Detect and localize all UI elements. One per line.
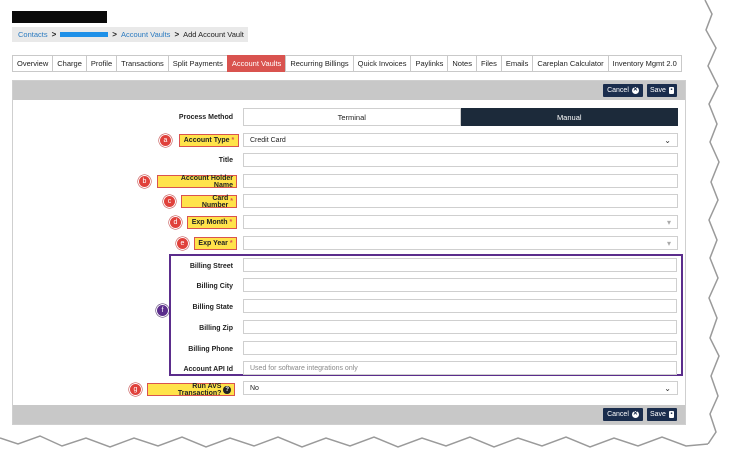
account-type-value: Credit Card (250, 136, 286, 144)
question-circle-icon[interactable]: ? (223, 385, 231, 394)
breadcrumb-separator: > (51, 30, 57, 39)
chevron-down-icon: ⌄ (664, 136, 671, 145)
tab-bar: Overview Charge Profile Transactions Spl… (12, 55, 682, 72)
breadcrumb-account-vaults-link[interactable]: Account Vaults (121, 30, 170, 39)
cancel-button-label: Cancel (607, 87, 629, 94)
annotation-marker-g: g (129, 383, 142, 396)
tab-careplan-calculator[interactable]: Careplan Calculator (532, 55, 608, 72)
tab-quick-invoices[interactable]: Quick Invoices (352, 55, 411, 72)
run-avs-value: No (250, 384, 259, 392)
title-input[interactable] (243, 153, 678, 167)
billing-city-input[interactable] (243, 278, 677, 292)
title-label: Title (218, 157, 233, 164)
screenshot-canvas: Contacts > > Account Vaults > Add Accoun… (0, 0, 739, 469)
tab-inventory-mgmt[interactable]: Inventory Mgmt 2.0 (607, 55, 682, 72)
tab-overview[interactable]: Overview (12, 55, 53, 72)
account-type-label: Account Type * (179, 134, 239, 147)
circle-x-icon: ✕ (631, 87, 639, 94)
add-account-vault-panel: Cancel ✕ Save ▪ Process Method Terminal … (12, 80, 686, 425)
exp-month-label: Exp Month * (187, 216, 237, 229)
breadcrumb-separator: > (112, 30, 117, 39)
exp-month-select[interactable]: ▾ (243, 215, 678, 229)
floppy-disk-icon: ▪ (668, 87, 674, 94)
tab-transactions[interactable]: Transactions (116, 55, 168, 72)
process-method-label: Process Method (178, 114, 233, 121)
run-avs-label-text: Run AVS Transaction? (177, 382, 222, 397)
save-button-label: Save (650, 411, 666, 418)
card-number-input[interactable] (243, 194, 678, 208)
annotation-marker-d: d (169, 216, 182, 229)
run-avs-label: Run AVS Transaction? ? (147, 382, 235, 397)
annotation-marker-e: e (176, 237, 189, 250)
billing-zip-input[interactable] (243, 320, 677, 334)
run-avs-select[interactable]: No ⌄ (243, 381, 678, 395)
tab-notes[interactable]: Notes (447, 55, 476, 72)
tab-account-vaults[interactable]: Account Vaults (226, 55, 286, 72)
cancel-button[interactable]: Cancel ✕ (603, 408, 643, 421)
account-api-id-placeholder: Used for software integrations only (250, 364, 358, 372)
required-asterisk: * (230, 198, 233, 205)
tab-charge[interactable]: Charge (52, 55, 86, 72)
cancel-button[interactable]: Cancel ✕ (603, 84, 643, 97)
account-api-id-input[interactable]: Used for software integrations only (243, 361, 677, 375)
account-type-select[interactable]: Credit Card ⌄ (243, 133, 678, 147)
card-number-label-text: Card Number (201, 194, 229, 209)
card-number-label: Card Number * (181, 194, 237, 209)
annotation-marker-a: a (159, 134, 172, 147)
exp-year-label: Exp Year * (194, 237, 237, 250)
annotation-marker-b: b (138, 175, 151, 188)
panel-toolbar-bottom: Cancel ✕ Save ▪ (13, 405, 685, 424)
billing-phone-label: Billing Phone (188, 346, 233, 353)
process-method-manual[interactable]: Manual (460, 108, 678, 126)
circle-x-icon: ✕ (631, 411, 639, 418)
billing-state-input[interactable] (243, 299, 677, 313)
exp-year-select[interactable]: ▾ (243, 236, 678, 250)
redacted-breadcrumb-contact[interactable] (60, 32, 109, 37)
exp-year-label-text: Exp Year (198, 240, 228, 247)
billing-fields-group (169, 254, 683, 376)
redacted-contact-name (12, 11, 107, 23)
breadcrumb: Contacts > > Account Vaults > Add Accoun… (12, 27, 248, 42)
tab-recurring-billings[interactable]: Recurring Billings (285, 55, 353, 72)
account-api-id-label: Account API Id (183, 366, 233, 373)
tab-files[interactable]: Files (475, 55, 501, 72)
billing-state-label: Billing State (192, 304, 233, 311)
breadcrumb-contacts-link[interactable]: Contacts (18, 30, 48, 39)
save-button[interactable]: Save ▪ (647, 84, 677, 97)
chevron-down-icon: ▾ (666, 239, 671, 248)
required-asterisk: * (229, 240, 233, 247)
account-holder-name-input[interactable] (243, 174, 678, 188)
exp-month-label-text: Exp Month (191, 219, 228, 226)
save-button[interactable]: Save ▪ (647, 408, 677, 421)
billing-street-input[interactable] (243, 258, 677, 272)
account-type-label-text: Account Type (183, 137, 230, 144)
process-method-terminal[interactable]: Terminal (243, 108, 461, 126)
process-method-toggle: Terminal Manual (243, 108, 678, 126)
breadcrumb-current: Add Account Vault (183, 30, 244, 39)
chevron-down-icon: ▾ (666, 218, 671, 227)
tab-paylinks[interactable]: Paylinks (410, 55, 448, 72)
chevron-down-icon: ⌄ (664, 384, 671, 393)
billing-zip-label: Billing Zip (199, 325, 233, 332)
panel-toolbar-top: Cancel ✕ Save ▪ (13, 81, 685, 100)
required-asterisk: * (231, 137, 235, 144)
billing-street-label: Billing Street (189, 263, 233, 270)
tab-profile[interactable]: Profile (85, 55, 117, 72)
required-asterisk: * (229, 219, 233, 226)
cancel-button-label: Cancel (607, 411, 629, 418)
breadcrumb-separator: > (174, 30, 180, 39)
annotation-marker-c: c (163, 195, 176, 208)
billing-city-label: Billing City (196, 283, 233, 290)
floppy-disk-icon: ▪ (668, 411, 674, 418)
tab-emails[interactable]: Emails (500, 55, 533, 72)
account-holder-name-label: Account Holder Name (157, 175, 237, 189)
tab-split-payments[interactable]: Split Payments (167, 55, 227, 72)
billing-phone-input[interactable] (243, 341, 677, 355)
save-button-label: Save (650, 87, 666, 94)
